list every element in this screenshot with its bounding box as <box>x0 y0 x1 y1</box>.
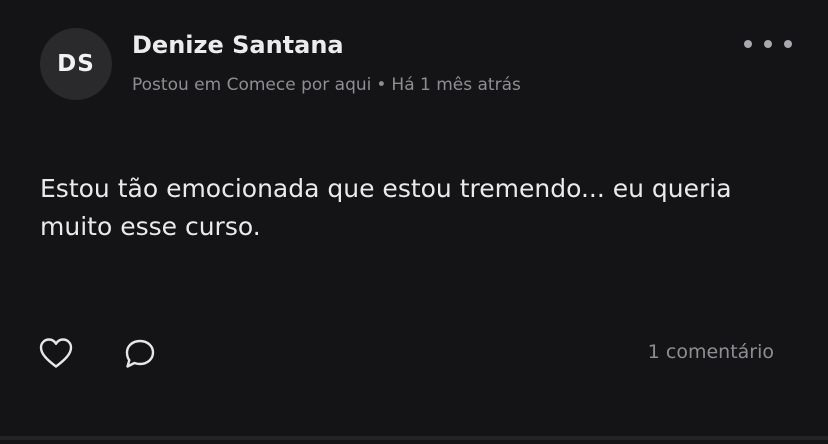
post-card: DS Denize Santana Postou em Comece por a… <box>0 0 828 440</box>
post-time: Há 1 mês atrás <box>391 75 521 95</box>
post-meta: Postou em Comece por aqui • Há 1 mês atrás <box>132 75 521 95</box>
post-body: Estou tão emocionada que estou tremendo.… <box>40 174 732 241</box>
more-options-dot <box>784 40 792 48</box>
avatar-initials: DS <box>57 51 95 77</box>
more-options-dot <box>744 40 752 48</box>
posted-in-label: Postou em Comece por aqui <box>132 75 372 95</box>
comment-bubble-icon <box>125 339 155 368</box>
meta-separator: • <box>376 75 387 95</box>
comments-count-link[interactable]: 1 comentário <box>648 341 774 363</box>
comment-button[interactable] <box>122 336 158 372</box>
more-options-button[interactable] <box>744 34 792 54</box>
post-divider <box>0 436 828 440</box>
avatar[interactable]: DS <box>40 28 112 100</box>
author-name[interactable]: Denize Santana <box>132 31 344 59</box>
like-button[interactable] <box>38 336 74 370</box>
more-options-dot <box>764 40 772 48</box>
heart-icon <box>39 338 73 368</box>
